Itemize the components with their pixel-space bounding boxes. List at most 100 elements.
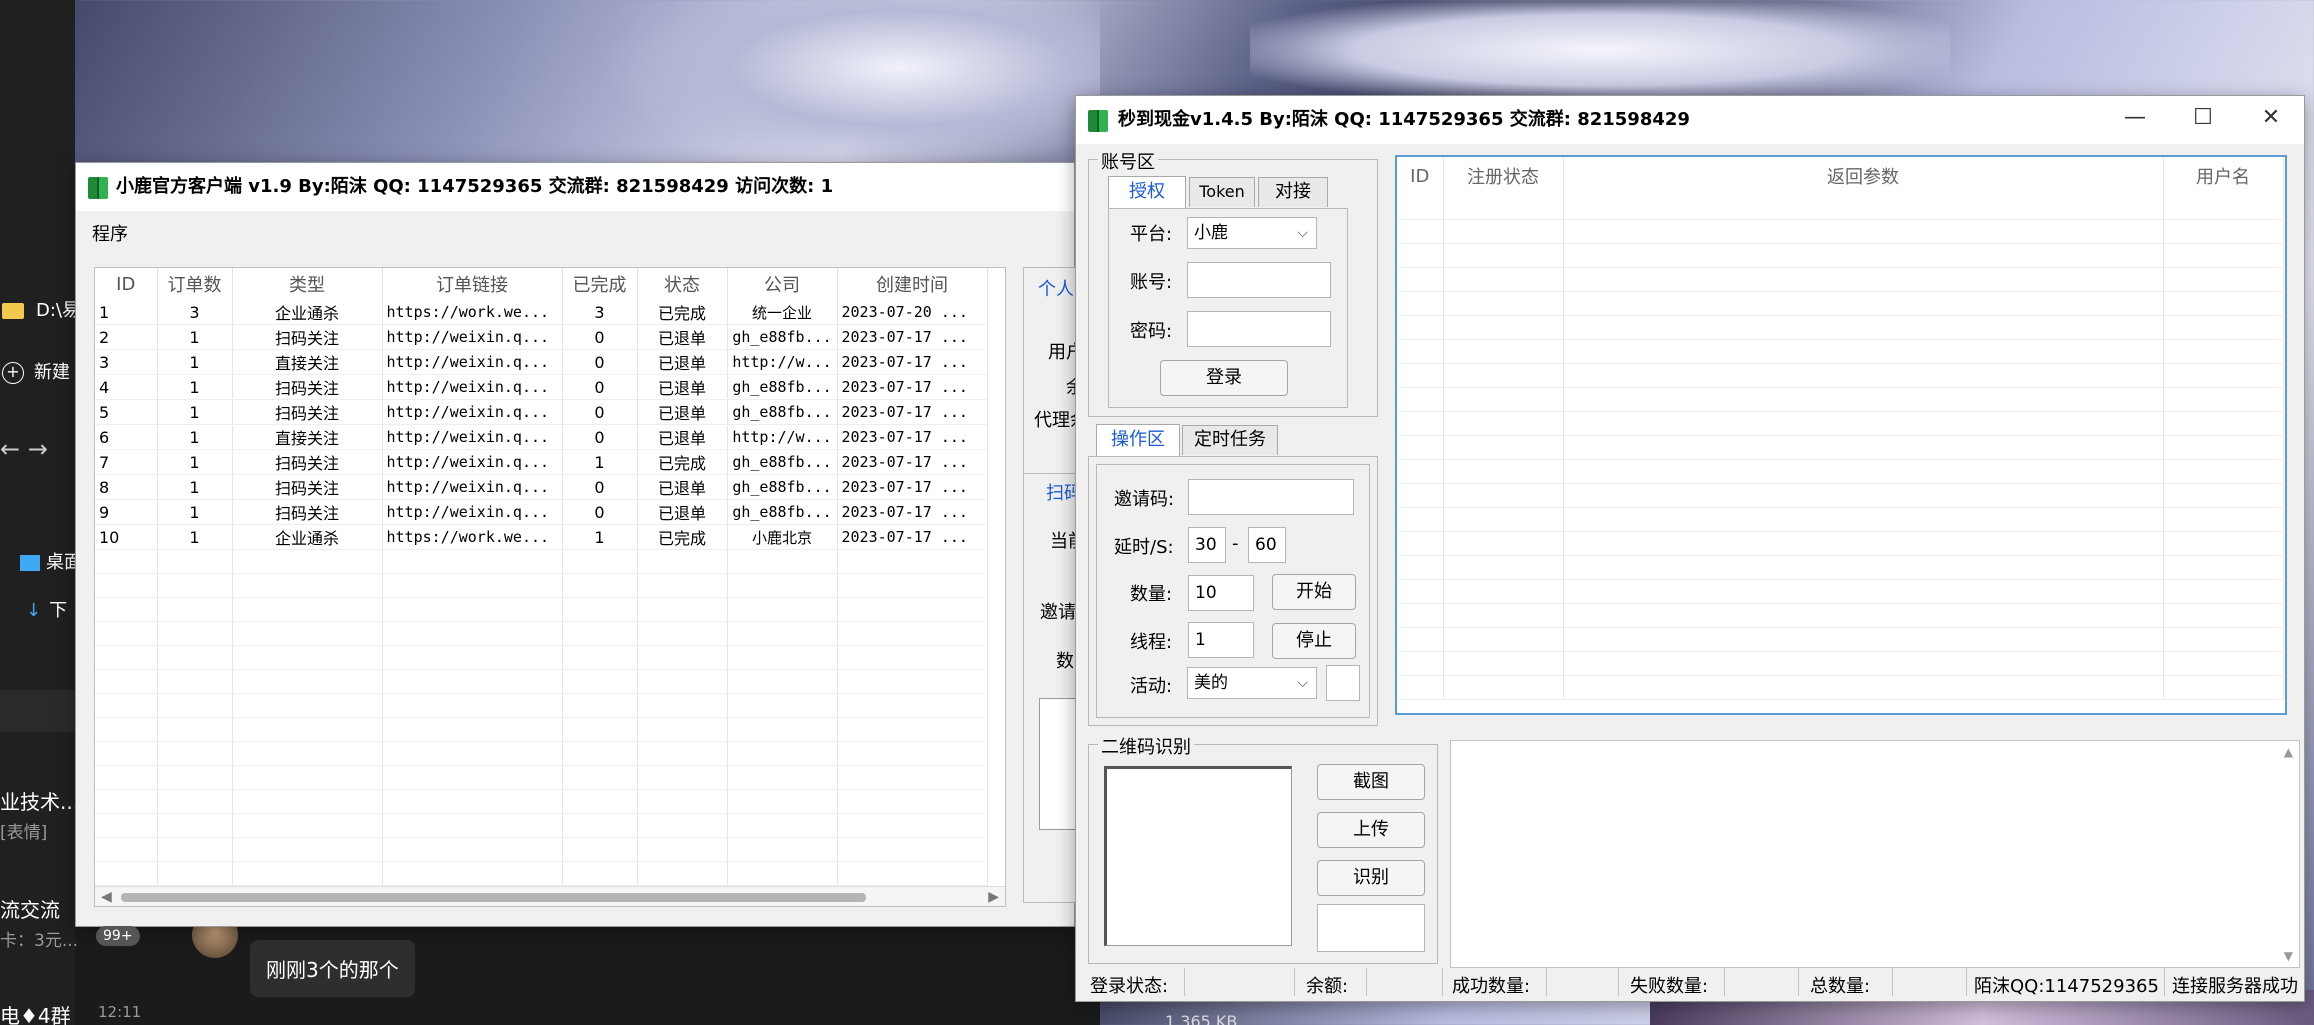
table-row[interactable] [1397,555,2284,580]
invite-code-input[interactable] [1188,479,1354,515]
table-row[interactable] [1397,195,2284,220]
stop-button[interactable]: 停止 [1272,623,1356,659]
table-row[interactable] [95,837,988,862]
sidebar-item-download[interactable]: ↓ 下 [26,596,67,622]
table-row[interactable] [1397,459,2284,484]
recognize-button[interactable]: 识别 [1317,860,1425,896]
delay-max-input[interactable]: 60 [1248,527,1286,563]
horizontal-scrollbar[interactable]: ◀ ▶ [95,886,1005,906]
table-row[interactable] [1397,267,2284,292]
table-row[interactable] [95,573,988,598]
table-row[interactable] [1397,483,2284,508]
close-icon[interactable]: ✕ [2238,96,2304,144]
table-row[interactable] [95,741,988,766]
login-button[interactable]: 登录 [1160,360,1288,396]
maximize-icon[interactable]: ☐ [2170,96,2236,144]
qr-result-field[interactable] [1317,904,1425,952]
table-row[interactable] [95,669,988,694]
platform-select[interactable]: 小鹿 ⌵ [1187,217,1317,249]
chat-item-title[interactable]: 电♦4群 [0,1000,71,1025]
table-row[interactable] [95,549,988,574]
table-row[interactable] [95,717,988,742]
scroll-right-icon[interactable]: ▶ [988,887,999,906]
scrollbar-thumb[interactable] [121,893,866,902]
column-header[interactable]: 类型 [232,268,383,300]
thread-input[interactable]: 1 [1188,622,1254,658]
scroll-up-icon[interactable]: ▲ [2284,745,2293,759]
table-row[interactable] [95,789,988,814]
column-header[interactable]: ID [1397,157,1444,195]
orders-table[interactable]: ID 订单数 类型 订单链接 已完成 状态 公司 创建时间 1 3 企业通杀 https://wor… [94,267,1006,907]
table-row[interactable] [1397,291,2284,316]
column-header[interactable]: 创建时间 [837,268,988,300]
table-row[interactable] [95,621,988,646]
log-output[interactable]: ▲ ▼ [1450,740,2300,968]
table-row[interactable] [1397,315,2284,340]
table-row[interactable]: 3 1 直接关注 http://weixin.q... 0 已退单 http://w... 2… [95,349,988,375]
new-button[interactable]: + 新建 [2,358,70,384]
column-header[interactable]: ID [95,268,158,300]
column-header[interactable]: 用户名 [2163,157,2284,195]
table-row[interactable]: 1 3 企业通杀 https://work.we... 3 已完成 统一企业 2023-07-… [95,300,988,325]
table-row[interactable] [95,861,988,886]
table-row[interactable]: 4 1 扫码关注 http://weixin.q... 0 已退单 gh_e88fb... 2… [95,374,988,400]
upload-button[interactable]: 上传 [1317,812,1425,848]
table-row[interactable] [95,765,988,790]
table-row[interactable] [1397,339,2284,364]
tab-operation[interactable]: 操作区 [1096,424,1180,456]
table-row[interactable] [1397,435,2284,460]
column-header[interactable]: 返回参数 [1563,157,2164,195]
quantity-input[interactable]: 10 [1188,575,1254,611]
table-row[interactable] [1397,675,2284,700]
tab-connect[interactable]: 对接 [1258,177,1328,207]
table-row[interactable] [1397,627,2284,652]
scroll-down-icon[interactable]: ▼ [2284,949,2293,963]
table-row[interactable]: 10 1 企业通杀 https://work.we... 1 已完成 小鹿北京 2023-07… [95,524,988,550]
menu-program[interactable]: 程序 [92,220,128,246]
table-row[interactable] [1397,411,2284,436]
table-row[interactable]: 5 1 扫码关注 http://weixin.q... 0 已退单 gh_e88fb... 2… [95,399,988,425]
chat-item-title[interactable]: 流交流 [0,894,60,923]
folder-path-item[interactable]: D:\易 [2,296,80,322]
table-row[interactable] [95,693,988,718]
table-row[interactable]: 6 1 直接关注 http://weixin.q... 0 已退单 http://w... 2… [95,424,988,450]
sidebar-item-desktop[interactable]: 桌面 [20,548,82,574]
delay-min-input[interactable]: 30 [1188,527,1226,563]
activity-extra-input[interactable] [1326,665,1360,701]
password-input[interactable] [1187,311,1331,347]
tab-authorize[interactable]: 授权 [1108,176,1186,208]
table-row[interactable]: 2 1 扫码关注 http://weixin.q... 0 已退单 gh_e88fb... 2… [95,324,988,350]
table-row[interactable] [1397,363,2284,388]
table-row[interactable] [1397,243,2284,268]
nav-arrows[interactable]: ← → [0,435,48,463]
start-button[interactable]: 开始 [1272,574,1356,610]
scroll-left-icon[interactable]: ◀ [101,887,112,906]
table-row[interactable]: 9 1 扫码关注 http://weixin.q... 0 已退单 gh_e88fb... 2… [95,499,988,525]
table-row[interactable] [1397,603,2284,628]
minimize-icon[interactable]: — [2102,96,2168,144]
column-header[interactable]: 状态 [637,268,728,300]
window-titlebar[interactable]: 小鹿官方客户端 v1.9 By:陌沫 QQ: 1147529365 交流群: 8… [76,163,1074,211]
table-row[interactable] [1397,387,2284,412]
tab-token[interactable]: Token [1189,177,1255,207]
table-row[interactable] [1397,651,2284,676]
column-header[interactable]: 订单数 [157,268,233,300]
window-titlebar[interactable]: 秒到现金v1.4.5 By:陌沫 QQ: 1147529365 交流群: 821… [1076,96,2304,144]
table-row[interactable] [95,597,988,622]
table-row[interactable] [1397,219,2284,244]
column-header[interactable]: 订单链接 [382,268,563,300]
search-bar[interactable] [0,690,75,732]
activity-select[interactable]: 美的 ⌵ [1187,667,1317,699]
column-header[interactable]: 注册状态 [1443,157,1564,195]
tab-scheduled[interactable]: 定时任务 [1182,425,1278,455]
table-row[interactable] [1397,531,2284,556]
table-row[interactable] [95,813,988,838]
table-row[interactable]: 8 1 扫码关注 http://weixin.q... 0 已退单 gh_e88fb... 2… [95,474,988,500]
personal-tab[interactable]: 个人 [1038,275,1074,301]
results-table[interactable]: ID 注册状态 返回参数 用户名 [1395,155,2287,715]
table-row[interactable]: 7 1 扫码关注 http://weixin.q... 1 已完成 gh_e88fb... 2… [95,449,988,475]
column-header[interactable]: 公司 [727,268,838,300]
account-input[interactable] [1187,262,1331,298]
chat-item-title[interactable]: 业技术... [0,786,79,815]
column-header[interactable]: 已完成 [562,268,638,300]
